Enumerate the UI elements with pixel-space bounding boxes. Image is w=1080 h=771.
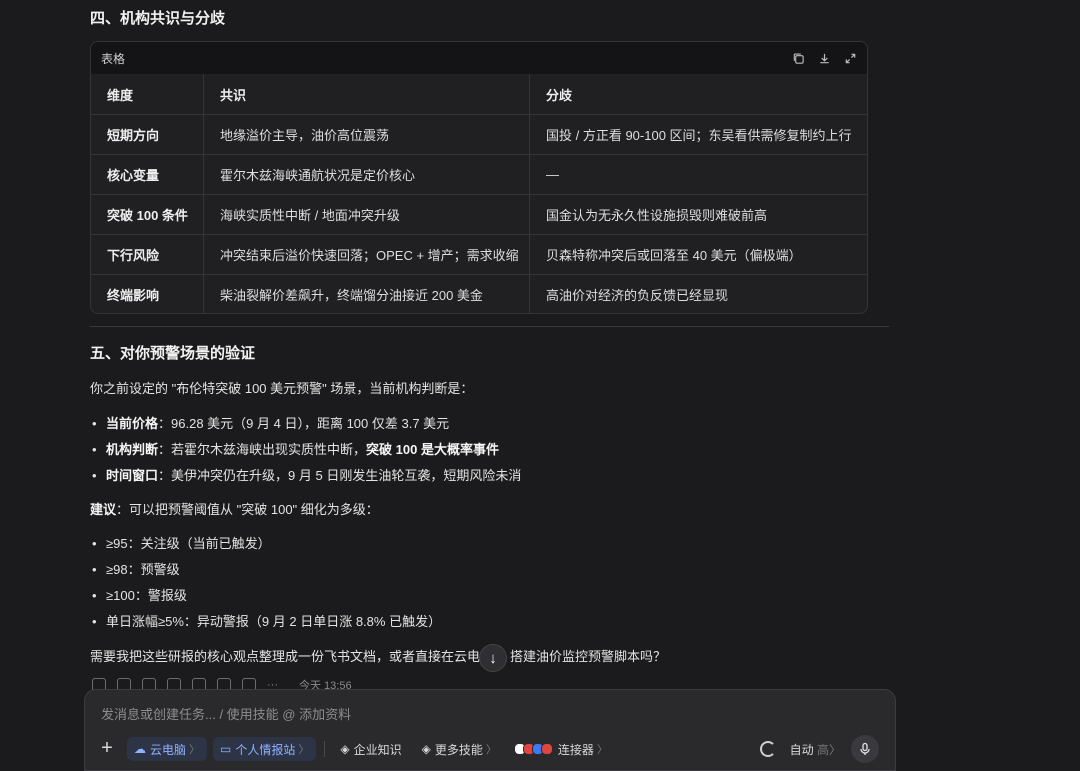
section-divider <box>90 326 889 327</box>
table-row: 突破 100 条件 海峡实质性中断 / 地面冲突升级 国金认为无永久性设施损毁则… <box>91 194 867 234</box>
table-cell: 核心变量 <box>107 168 160 183</box>
list-item: 机构判断：若霍尔木兹海峡出现实质性中断，突破 100 是大概率事件 <box>92 439 499 458</box>
chip-label: 连接器 <box>557 742 594 757</box>
table-cell: 国投 / 方正看 90-100 区间；东吴看供需修复制约上行 <box>529 115 867 154</box>
table-row: 短期方向 地缘溢价主导，油价高位震荡 国投 / 方正看 90-100 区间；东吴… <box>91 114 867 154</box>
intel-station-chip[interactable]: ▭ 个人情报站〉 <box>213 737 317 761</box>
list-item: ≥100：警报级 <box>92 585 187 604</box>
suggestion-label: 建议 <box>90 502 117 517</box>
table-cell: 突破 100 条件 <box>107 208 188 223</box>
copy-icon[interactable] <box>791 51 805 65</box>
consensus-table: 维度 共识 分歧 短期方向 地缘溢价主导，油价高位震荡 国投 / 方正看 90-… <box>91 74 867 313</box>
table-cell: — <box>529 155 867 194</box>
toolbar-divider <box>324 741 326 757</box>
section-title-verification: 五、对你预警场景的验证 <box>90 345 256 362</box>
table-cell: 冲突结束后溢价快速回落；OPEC + 增产；需求收缩 <box>203 235 529 274</box>
arrow-down-icon: ↓ <box>489 649 497 667</box>
connectors-chip[interactable]: 连接器〉 <box>510 737 615 761</box>
enterprise-knowledge-chip[interactable]: ◈ 企业知识 <box>333 737 408 761</box>
list-item: ≥95：关注级（当前已触发） <box>92 533 271 552</box>
table-header-cell: 维度 <box>107 87 134 103</box>
list-item: 单日涨幅≥5%：异动警报（9 月 2 日单日涨 8.8% 已触发） <box>92 611 441 630</box>
bullet-text: 若霍尔木兹海峡出现实质性中断， <box>171 442 367 457</box>
closing-paragraph: 需要我把这些研报的核心观点整理成一份飞书文档，或者直接在云电 搭建油价监控预警脚本… <box>90 646 666 665</box>
table-row: 终端影响 柴油裂解价差飙升，终端馏分油接近 200 美金 高油价对经济的负反馈已… <box>91 274 867 313</box>
closing-text: 需要我把这些研报的核心观点整理成一份飞书文档，或者直接在云电 <box>90 649 481 664</box>
bullet-sep: ： <box>158 442 172 457</box>
microphone-icon <box>860 742 870 755</box>
list-item: 时间窗口：美伊冲突仍在升级，9 月 5 日刚发生油轮互袭，短期风险未消 <box>92 465 521 484</box>
connector-badges-icon <box>513 743 553 755</box>
table-label: 表格 <box>101 51 126 66</box>
scroll-to-bottom-button[interactable]: ↓ <box>479 644 507 672</box>
expand-icon[interactable] <box>843 51 857 65</box>
table-cell: 国金认为无永久性设施损毁则难破前高 <box>529 195 867 234</box>
layers-icon: ◈ <box>340 742 350 756</box>
table-card-header: 表格 <box>91 42 867 74</box>
bullet-label: 时间窗口 <box>106 468 159 483</box>
bullet-text: 96.28 美元（9 月 4 日），距离 100 仅差 3.7 美元 <box>171 416 450 431</box>
cloud-icon: ☁ <box>134 742 146 756</box>
bullet-label: 机构判断 <box>106 442 159 457</box>
bullet-emphasis: 突破 100 是大概率事件 <box>366 442 499 457</box>
composer-right-tools: 自动 高〉 <box>759 735 879 763</box>
table-header-cell: 分歧 <box>529 74 867 114</box>
suggestion-text: ：可以把预警阈值从 "突破 100" 细化为多级： <box>116 502 379 517</box>
chevron-right-icon: 〉 <box>828 742 841 757</box>
table-row: 下行风险 冲突结束后溢价快速回落；OPEC + 增产；需求收缩 贝森特称冲突后或… <box>91 234 867 274</box>
bullet-text: 美伊冲突仍在升级，9 月 5 日刚发生油轮互袭，短期风险未消 <box>171 468 522 483</box>
chip-label: 企业知识 <box>353 742 402 757</box>
chevron-right-icon: 〉 <box>596 744 608 756</box>
table-header-row: 维度 共识 分歧 <box>91 74 867 114</box>
cloud-pc-chip[interactable]: ☁ 云电脑〉 <box>127 737 208 761</box>
more-skills-chip[interactable]: ◈ 更多技能〉 <box>415 737 504 761</box>
table-row: 核心变量 霍尔木兹海峡通航状况是定价核心 — <box>91 154 867 194</box>
table-cell: 终端影响 <box>107 288 160 303</box>
bullet-sep: ： <box>158 468 172 483</box>
table-header-cell: 共识 <box>203 74 529 114</box>
section-title-consensus: 四、机构共识与分歧 <box>90 10 226 27</box>
chip-label: 个人情报站 <box>235 742 296 757</box>
add-button[interactable]: + <box>97 738 117 759</box>
table-cell: 柴油裂解价差飙升，终端馏分油接近 200 美金 <box>203 275 529 313</box>
intro-paragraph: 你之前设定的 "布伦特突破 100 美元预警" 场景，当前机构判断是： <box>90 381 474 396</box>
closing-text-tail: 搭建油价监控预警脚本吗？ <box>510 649 667 664</box>
chevron-right-icon: 〉 <box>485 744 497 756</box>
table-cell: 海峡实质性中断 / 地面冲突升级 <box>203 195 529 234</box>
auto-mode-level: 高 <box>816 742 829 757</box>
loading-spinner-icon <box>759 741 776 757</box>
chip-label: 云电脑 <box>150 742 187 757</box>
table-cell: 下行风险 <box>107 248 160 263</box>
message-composer: 发消息或创建任务... / 使用技能 @ 添加资料 + ☁ 云电脑〉 ▭ 个人情报站… <box>84 689 896 771</box>
chevron-right-icon: 〉 <box>298 744 310 756</box>
list-item: ≥98：预警级 <box>92 559 180 578</box>
suggestion-paragraph: 建议：可以把预警阈值从 "突破 100" 细化为多级： <box>90 499 379 518</box>
bullet-sep: ： <box>158 416 172 431</box>
download-icon[interactable] <box>817 51 831 65</box>
message-input[interactable]: 发消息或创建任务... / 使用技能 @ 添加资料 <box>101 704 351 723</box>
table-cell: 高油价对经济的负反馈已经显现 <box>529 275 867 313</box>
list-item: 当前价格：96.28 美元（9 月 4 日），距离 100 仅差 3.7 美元 <box>92 413 449 432</box>
table-cell: 地缘溢价主导，油价高位震荡 <box>203 115 529 154</box>
table-cell: 霍尔木兹海峡通航状况是定价核心 <box>203 155 529 194</box>
folder-icon: ▭ <box>220 742 232 756</box>
consensus-table-card: 表格 维度 共识 分歧 短期方向 地缘溢价主导，油价高位震荡 国投 / 方正看 … <box>90 41 868 314</box>
composer-toolbar: + ☁ 云电脑〉 ▭ 个人情报站〉 ◈ 企业知识 ◈ 更多技能〉 连接器〉 自动 高〉 <box>97 735 887 763</box>
auto-mode-label: 自动 <box>789 742 814 757</box>
layers-icon: ◈ <box>421 742 431 756</box>
auto-mode-selector[interactable]: 自动 高〉 <box>790 741 841 758</box>
chip-label: 更多技能 <box>434 742 483 757</box>
microphone-button[interactable] <box>851 735 879 763</box>
chevron-right-icon: 〉 <box>189 744 201 756</box>
table-cell: 短期方向 <box>107 128 160 143</box>
table-cell: 贝森特称冲突后或回落至 40 美元（偏极端） <box>529 235 867 274</box>
bullet-label: 当前价格 <box>106 416 159 431</box>
